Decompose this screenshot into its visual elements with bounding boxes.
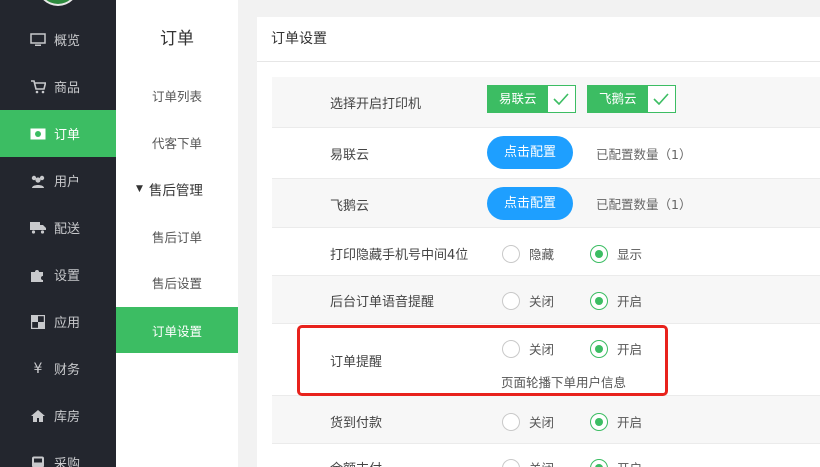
radio-show[interactable]: 显示 (590, 244, 642, 263)
secondary-sidebar: 订单 订单列表 代客下单 ▼ 售后管理 售后订单 售后设置 订单设置 (116, 0, 238, 467)
row-cod: 货到付款 关闭 开启 (272, 396, 820, 444)
check-icon (547, 86, 575, 112)
radio-label: 显示 (617, 247, 643, 262)
row-printer: 选择开启打印机 易联云 飞鹅云 (272, 77, 820, 128)
radio-on[interactable]: 开启 (590, 291, 642, 310)
subnav-item-proxy-order[interactable]: 代客下单 (116, 119, 238, 165)
printer-option-feieyun[interactable]: 飞鹅云 (587, 85, 676, 113)
row-label: 后台订单语音提醒 (330, 295, 435, 310)
tag-label: 易联云 (488, 86, 548, 112)
radio-label: 开启 (617, 458, 642, 467)
nav-item-purchase[interactable]: 采购 (0, 439, 116, 467)
radio-on[interactable]: 开启 (590, 412, 642, 431)
nav-item-delivery[interactable]: 配送 (0, 204, 116, 251)
nav-item-apps[interactable]: 应用 (0, 298, 116, 345)
nav-item-users[interactable]: 用户 (0, 157, 116, 204)
radio-circle (502, 458, 520, 467)
configure-feieyun-button[interactable]: 点击配置 (487, 187, 573, 220)
home-icon (30, 409, 46, 423)
row-yilianyun: 易联云 点击配置 已配置数量（1） (272, 128, 820, 179)
app-icon (30, 314, 46, 329)
subnav-group-after-sales[interactable]: ▼ 售后管理 (116, 166, 238, 212)
subnav-item-order-list[interactable]: 订单列表 (116, 72, 238, 118)
tag-label: 飞鹅云 (588, 86, 648, 112)
nav-item-label: 配送 (54, 222, 81, 237)
users-icon (30, 174, 46, 188)
nav-item-label: 概览 (54, 34, 81, 49)
radio-label: 开启 (617, 415, 643, 430)
radio-off[interactable]: 关闭 (502, 412, 554, 431)
subnav-title: 订单 (160, 29, 194, 49)
truck-icon (30, 221, 46, 234)
nav-item-products[interactable]: 商品 (0, 63, 116, 110)
nav-item-label: 用户 (54, 175, 81, 190)
row-label: 易联云 (330, 148, 370, 163)
nav-item-finance[interactable]: ¥ 财务 (0, 345, 116, 392)
subnav-item-after-sales-settings[interactable]: 售后设置 (116, 259, 238, 305)
caret-down-icon: ▼ (136, 184, 143, 194)
nav-item-label: 库房 (54, 410, 81, 425)
nav-item-settings[interactable]: 设置 (0, 251, 116, 298)
cart-icon (30, 79, 46, 94)
money-icon (30, 128, 46, 140)
nav-item-label: 财务 (54, 363, 81, 378)
row-label: 选择开启打印机 (330, 97, 422, 112)
subnav-item-after-sales-orders[interactable]: 售后订单 (116, 213, 238, 259)
nav-item-warehouse[interactable]: 库房 (0, 392, 116, 439)
radio-circle (502, 291, 520, 310)
subnav-item-order-settings[interactable]: 订单设置 (116, 307, 238, 353)
highlight-annotation-box (297, 325, 668, 396)
row-feieyun: 飞鹅云 点击配置 已配置数量（1） (272, 179, 820, 228)
bus-icon (30, 456, 46, 467)
radio-circle-checked (590, 244, 608, 263)
radio-on[interactable]: 开启 (590, 458, 642, 467)
radio-label: 开启 (617, 294, 643, 309)
row-label: 货到付款 (330, 416, 383, 431)
radio-label: 隐藏 (529, 247, 555, 262)
row-label: 打印隐藏手机号中间4位 (330, 248, 469, 263)
radio-circle (502, 412, 520, 431)
main-sidebar: 概览 商品 订单 用户 配送 设置 应用 ¥ 财务 库房 采购 (0, 0, 116, 467)
nav-item-label: 商品 (54, 81, 81, 96)
monitor-icon (30, 32, 46, 47)
subnav-group-label: 售后管理 (148, 183, 203, 199)
radio-circle-checked (590, 291, 608, 310)
row-label: 飞鹅云 (330, 199, 370, 214)
yen-icon: ¥ (33, 360, 43, 377)
radio-circle-checked (590, 458, 608, 467)
radio-label: 关闭 (529, 294, 555, 309)
radio-circle-checked (590, 412, 608, 431)
nav-item-label: 设置 (54, 269, 81, 284)
configure-yilianyun-button[interactable]: 点击配置 (487, 136, 573, 169)
printer-option-yilianyun[interactable]: 易联云 (487, 85, 576, 113)
radio-off[interactable]: 关闭 (502, 458, 554, 467)
radio-hide[interactable]: 隐藏 (502, 244, 554, 263)
radio-off[interactable]: 关闭 (502, 291, 554, 310)
row-label: 余额支付 (330, 458, 382, 467)
puzzle-icon (30, 268, 46, 282)
panel-title: 订单设置 (257, 17, 820, 62)
config-count: 已配置数量（1） (596, 197, 692, 212)
radio-circle (502, 244, 520, 263)
row-voice-remind: 后台订单语音提醒 关闭 开启 (272, 276, 820, 324)
radio-label: 关闭 (529, 458, 554, 467)
nav-item-overview[interactable]: 概览 (0, 16, 116, 63)
logo (37, 0, 79, 6)
row-hide-phone: 打印隐藏手机号中间4位 隐藏 显示 (272, 228, 820, 276)
nav-item-label: 采购 (54, 457, 81, 467)
row-balance: 余额支付 关闭 开启 (272, 444, 820, 467)
nav-item-label: 应用 (54, 316, 81, 331)
check-icon (647, 86, 675, 112)
nav-item-label: 订单 (54, 128, 81, 143)
config-count: 已配置数量（1） (596, 147, 692, 162)
radio-label: 关闭 (529, 415, 555, 430)
nav-item-orders[interactable]: 订单 (0, 110, 116, 157)
